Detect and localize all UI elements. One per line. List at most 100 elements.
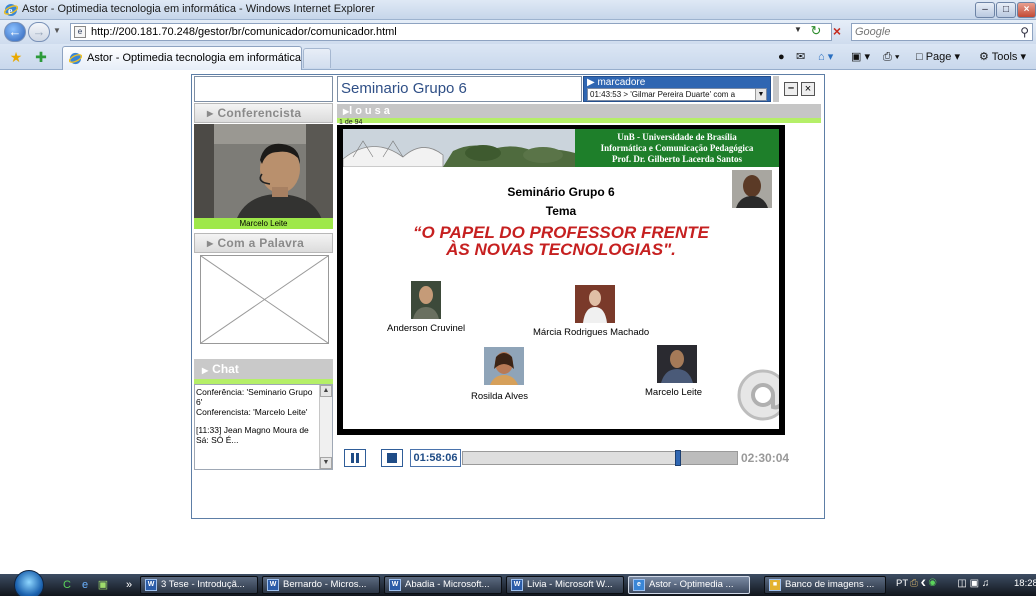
seek-handle[interactable] (675, 450, 681, 466)
scroll-down-icon[interactable]: ▼ (320, 457, 332, 469)
minimize-button[interactable]: – (975, 2, 995, 18)
system-tray-icons: ⎙ ❮ ◉ ◫ ▣ ♫ (910, 578, 989, 589)
stop-icon[interactable]: × (829, 23, 845, 39)
tray-left-arrow-icon[interactable]: ❮ (921, 578, 926, 589)
tray-shield-icon[interactable]: ◉ (929, 578, 937, 589)
printer-tray-icon[interactable]: ⎙ (910, 578, 918, 589)
person-name: Rosilda Alves (471, 391, 529, 402)
lousa-accent-bar (337, 118, 821, 123)
new-tab-button[interactable] (303, 48, 331, 68)
tab-astor[interactable]: Astor - Optimedia tecnologia em informát… (62, 46, 302, 70)
internet-explorer-icon (69, 52, 82, 65)
person-name: Márcia Rodrigues Machado (533, 327, 650, 338)
home-icon[interactable]: ⌂ ▾ (818, 49, 833, 65)
chat-scrollbar[interactable]: ▲ ▼ (319, 385, 332, 469)
word-icon: W (145, 579, 157, 591)
search-icon[interactable]: ⚲ (1020, 25, 1029, 39)
back-button[interactable]: ← (4, 22, 26, 42)
marcadores-select[interactable]: 01:43:53 > 'Gilmar Pereira Duarte' com a… (587, 88, 767, 101)
clock[interactable]: 18:28 (1014, 578, 1036, 589)
person-photo-anderson (411, 281, 441, 319)
url-dropdown-icon[interactable]: ▼ (794, 25, 804, 37)
stop-button[interactable] (381, 449, 403, 467)
panel-divider (773, 76, 779, 102)
word-icon: W (511, 579, 523, 591)
refresh-icon[interactable]: ↻ (808, 23, 824, 39)
url-field[interactable]: e http://200.181.70.248/gestor/br/comuni… (70, 23, 832, 41)
conferencista-header-label: Conferencista (217, 106, 302, 120)
feeds-icon[interactable]: ● (778, 49, 785, 65)
slide-theme-line: “O PAPEL DO PROFESSOR FRENTE (413, 223, 709, 242)
slide-content: UnB - Universidade de Brasília Informáti… (343, 129, 779, 429)
person-name: Marcelo Leite (645, 387, 703, 398)
search-input[interactable] (855, 25, 1005, 39)
marcadores-panel: ▶ marcadore 01:43:53 > 'Gilmar Pereira D… (583, 76, 771, 102)
tray-monitor-icon[interactable]: ▣ (970, 578, 979, 589)
tab-label: Astor - Optimedia tecnologia em informát… (87, 52, 301, 64)
chat-line: Conferência: 'Seminario Grupo 6' (196, 387, 313, 407)
read-mail-icon[interactable]: ✉ (796, 49, 805, 65)
pause-button[interactable] (344, 449, 366, 467)
internet-explorer-icon: e (4, 4, 18, 17)
language-indicator[interactable]: PT (896, 578, 908, 589)
forward-button[interactable]: → (28, 22, 50, 42)
print-icon[interactable]: ⎙ ▾ (883, 49, 899, 65)
person-photo-marcelo (657, 345, 697, 383)
slide-theme-title: “O PAPEL DO PROFESSOR FRENTE ÀS NOVAS TE… (343, 224, 779, 258)
taskbar-overflow-chevron[interactable]: » (122, 578, 136, 592)
banner-line: UnB - Universidade de Brasília (617, 132, 737, 142)
slide-seminar-title: Seminário Grupo 6 (507, 185, 615, 199)
add-favorites-icon[interactable]: ✚ (33, 49, 49, 65)
slide-tema-label: Tema (545, 204, 577, 218)
chevron-down-icon[interactable]: ▼ (755, 89, 766, 100)
volume-icon[interactable]: ♫ (982, 578, 990, 589)
chat-header: ▶ Chat (194, 359, 333, 379)
person-photo-rosilda (484, 347, 524, 385)
seek-bar[interactable] (462, 450, 738, 466)
task-abadia[interactable]: W Abadia - Microsoft... (384, 576, 502, 594)
task-banco-imagens[interactable]: ■ Banco de imagens ... (764, 576, 886, 594)
start-button[interactable] (14, 570, 44, 596)
communicator-app: ▶ Conferencista Marcelo Leite ▶ Com a Pala… (191, 74, 825, 519)
quicklaunch-desktop-icon[interactable]: ▣ (96, 578, 110, 592)
page-menu[interactable]: □ Page ▾ (916, 49, 960, 65)
scroll-up-icon[interactable]: ▲ (320, 385, 332, 397)
banner-line: Prof. Dr. Gilberto Lacerda Santos (612, 154, 742, 164)
tray-network-icon[interactable]: ◫ (957, 578, 966, 589)
speaker-video-image (194, 124, 333, 227)
app-minimize-button[interactable]: – (784, 82, 798, 96)
rss-icon[interactable]: ▣ ▾ (851, 49, 870, 65)
conferencista-name: Marcelo Leite (194, 218, 333, 229)
tools-menu[interactable]: ⚙ Tools ▾ (979, 49, 1026, 65)
task-label: Bernardo - Micros... (283, 579, 367, 590)
quicklaunch-c-icon[interactable]: C (60, 578, 74, 592)
close-button[interactable]: × (1017, 2, 1036, 18)
task-tese[interactable]: W 3 Tese - Introduçã... (140, 576, 258, 594)
word-icon: W (267, 579, 279, 591)
current-time: 01:58:06 (410, 449, 461, 467)
quicklaunch-ie-icon[interactable]: e (78, 578, 92, 592)
folder-icon: ■ (769, 579, 781, 591)
university-building-image (343, 129, 575, 168)
maximize-button[interactable]: □ (996, 2, 1016, 18)
conferencista-header: ▶ Conferencista (194, 103, 333, 123)
task-astor[interactable]: e Astor - Optimedia ... (628, 576, 750, 594)
page-icon: e (74, 26, 86, 38)
recent-pages-dropdown-icon[interactable]: ▼ (53, 26, 63, 38)
com-a-palavra-video-placeholder (200, 255, 329, 344)
task-bernardo[interactable]: W Bernardo - Micros... (262, 576, 380, 594)
app-close-button[interactable]: × (801, 82, 815, 96)
task-livia[interactable]: W Livia - Microsoft W... (506, 576, 624, 594)
svg-text:e: e (8, 6, 13, 17)
at-sign-logo (737, 369, 779, 421)
word-icon: W (389, 579, 401, 591)
favorites-star-icon[interactable]: ★ (8, 49, 24, 65)
window-title-bar: e Astor - Optimedia tecnologia em inform… (0, 0, 1036, 20)
task-label: Astor - Optimedia ... (649, 579, 734, 590)
pause-icon (351, 453, 359, 463)
chat-log[interactable]: Conferência: 'Seminario Grupo 6' Confere… (194, 384, 333, 470)
slide-institution-banner: UnB - Universidade de Brasília Informáti… (575, 129, 779, 167)
search-box[interactable]: ⚲ (851, 23, 1033, 41)
tools-menu-label: Tools (991, 51, 1018, 63)
marcadores-label-text: marcadore (597, 77, 646, 88)
